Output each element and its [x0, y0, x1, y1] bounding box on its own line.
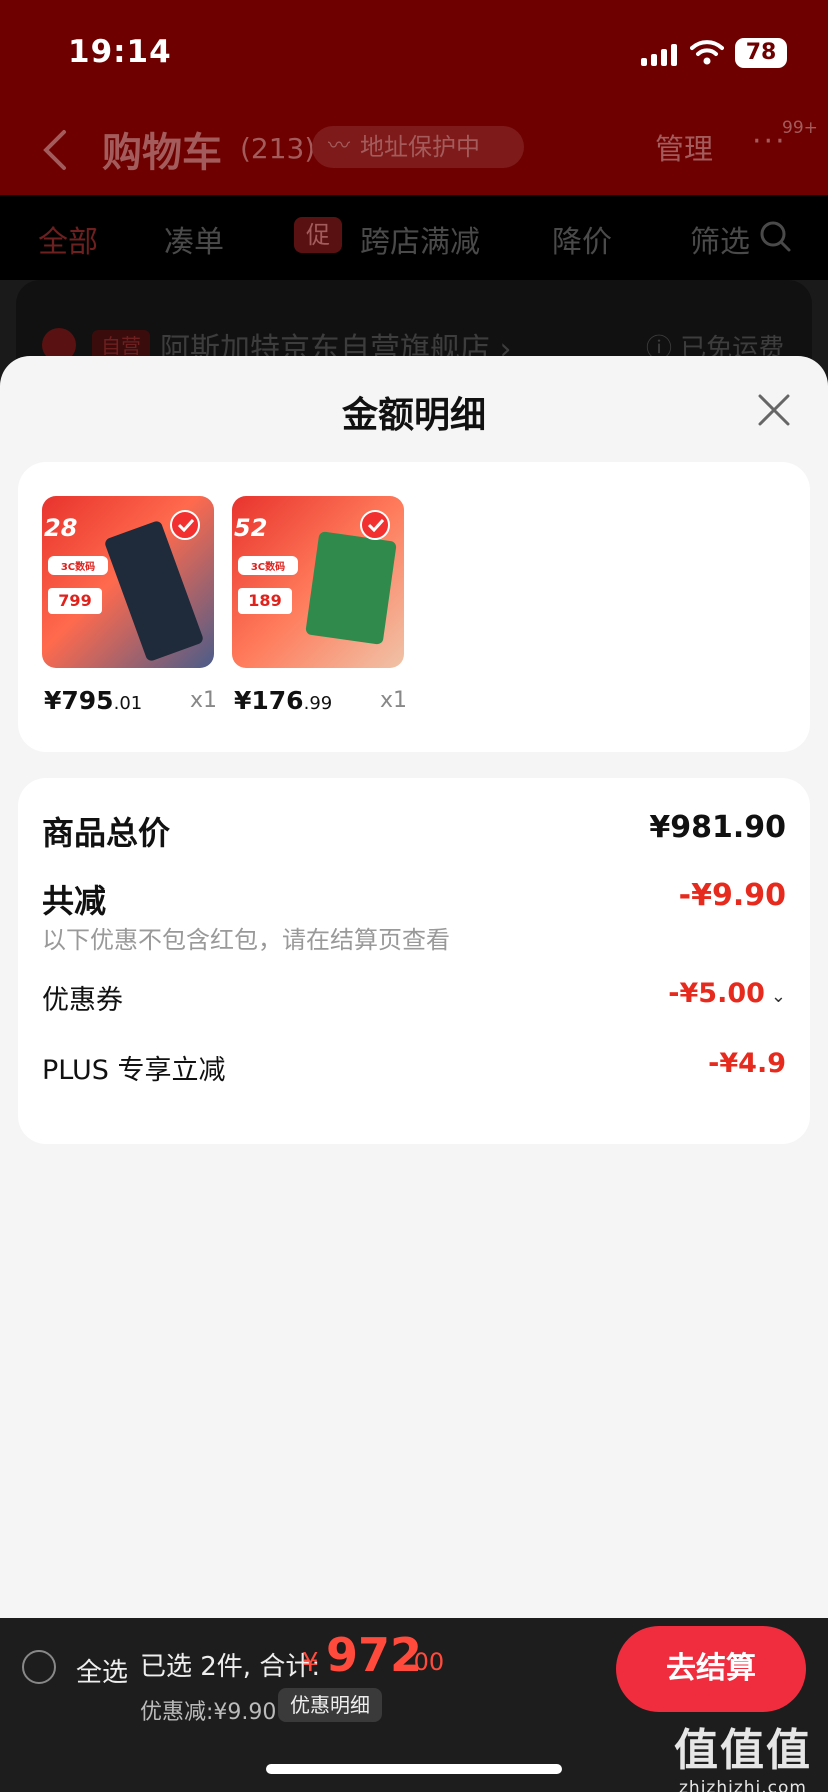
- sheet-title: 金额明细: [341, 395, 486, 436]
- chevron-down-icon: ⌄: [770, 986, 786, 1007]
- product-quantity: x1: [380, 688, 408, 713]
- product-price: ¥795.01: [44, 686, 143, 715]
- watermark-domain: zhizhizhi.com: [679, 1778, 807, 1792]
- price-summary-card: 商品总价 ¥981.90 共减 -¥9.90 以下优惠不包含红包，请在结算页查看…: [18, 778, 810, 1144]
- product-shape: [103, 519, 205, 663]
- product-item[interactable]: 52 3C数码 189 ¥176.99 x1: [232, 496, 407, 715]
- product-image: 52 3C数码 189: [232, 496, 404, 668]
- cart-count: (213): [240, 132, 316, 165]
- manage-button[interactable]: 管理: [655, 126, 713, 168]
- total-reduction-label: 共减: [42, 882, 107, 920]
- tab-filter[interactable]: 筛选: [690, 217, 750, 261]
- home-indicator: [266, 1764, 562, 1774]
- protect-icon: 〰: [328, 134, 351, 159]
- battery-indicator: 78: [735, 38, 787, 68]
- total-amount-decimal: .00: [406, 1648, 445, 1676]
- tab-bundle[interactable]: 凑单: [164, 217, 224, 261]
- coupon-label: 优惠券: [42, 985, 123, 1016]
- watermark-logo: 值值值 zhizhizhi.com: [668, 1714, 818, 1792]
- filter-tabs: 全部 凑单 促 跨店满减 降价 筛选: [0, 195, 828, 280]
- product-tag: 3C数码: [238, 556, 298, 575]
- status-time: 19:14: [68, 34, 172, 70]
- product-tag: 3C数码: [48, 556, 108, 575]
- plus-discount-value: -¥4.9: [708, 1048, 786, 1079]
- discount-detail-button[interactable]: 优惠明细: [278, 1688, 382, 1722]
- cart-nav-bar: 购物车 (213) 〰 地址保护中 管理 ··· 99+: [0, 110, 828, 190]
- selected-check-icon: [360, 510, 390, 540]
- selected-check-icon: [170, 510, 200, 540]
- product-promo-price: 799: [48, 588, 102, 614]
- cellular-signal-icon: [641, 42, 679, 66]
- selected-count-text: 已选 2件, 合计:: [140, 1652, 321, 1682]
- amount-detail-sheet: 金额明细 28 3C数码 799 ¥795.01 x1 52 3C数码 189: [0, 356, 828, 1618]
- product-shape: [305, 531, 397, 645]
- status-bar: 19:14 78: [0, 0, 828, 100]
- product-badge: 28: [44, 514, 78, 542]
- product-quantity: x1: [190, 688, 218, 713]
- total-price-label: 商品总价: [42, 814, 171, 852]
- search-icon[interactable]: [758, 219, 792, 253]
- tab-all[interactable]: 全部: [38, 217, 98, 261]
- product-promo-price: 189: [238, 588, 292, 614]
- close-icon[interactable]: [756, 392, 792, 428]
- total-price-value: ¥981.90: [649, 810, 786, 845]
- message-badge: 99+: [782, 118, 818, 138]
- back-arrow-icon[interactable]: [40, 128, 70, 172]
- checkout-bar: 全选 已选 2件, 合计: ¥ 972 .00 优惠减:¥9.90 优惠明细 去…: [0, 1618, 828, 1792]
- wifi-icon: [690, 40, 724, 65]
- product-price: ¥176.99: [234, 686, 333, 715]
- watermark-text: 值值值: [674, 1725, 812, 1776]
- tab-cross-store[interactable]: 跨店满减: [360, 217, 480, 261]
- address-protect-label: 地址保护中: [360, 133, 480, 161]
- tab-price-drop[interactable]: 降价: [552, 217, 612, 261]
- select-all-label[interactable]: 全选: [76, 1652, 128, 1689]
- address-protect-pill[interactable]: 〰 地址保护中: [312, 126, 524, 168]
- checkout-button[interactable]: 去结算: [616, 1626, 806, 1712]
- product-image: 28 3C数码 799: [42, 496, 214, 668]
- page-title: 购物车: [102, 130, 222, 176]
- total-currency: ¥: [302, 1648, 319, 1678]
- coupon-value[interactable]: -¥5.00 ⌄: [668, 978, 786, 1009]
- product-item[interactable]: 28 3C数码 799 ¥795.01 x1: [42, 496, 217, 715]
- selected-products-card: 28 3C数码 799 ¥795.01 x1 52 3C数码 189 ¥176.…: [18, 462, 810, 752]
- select-all-checkbox[interactable]: [22, 1650, 56, 1684]
- reduction-note: 以下优惠不包含红包，请在结算页查看: [42, 926, 450, 954]
- promo-tag: 促: [294, 217, 342, 253]
- plus-discount-label: PLUS 专享立减: [42, 1055, 226, 1086]
- discount-summary: 优惠减:¥9.90: [140, 1700, 277, 1725]
- product-badge: 52: [234, 514, 268, 542]
- total-reduction-value: -¥9.90: [678, 878, 786, 913]
